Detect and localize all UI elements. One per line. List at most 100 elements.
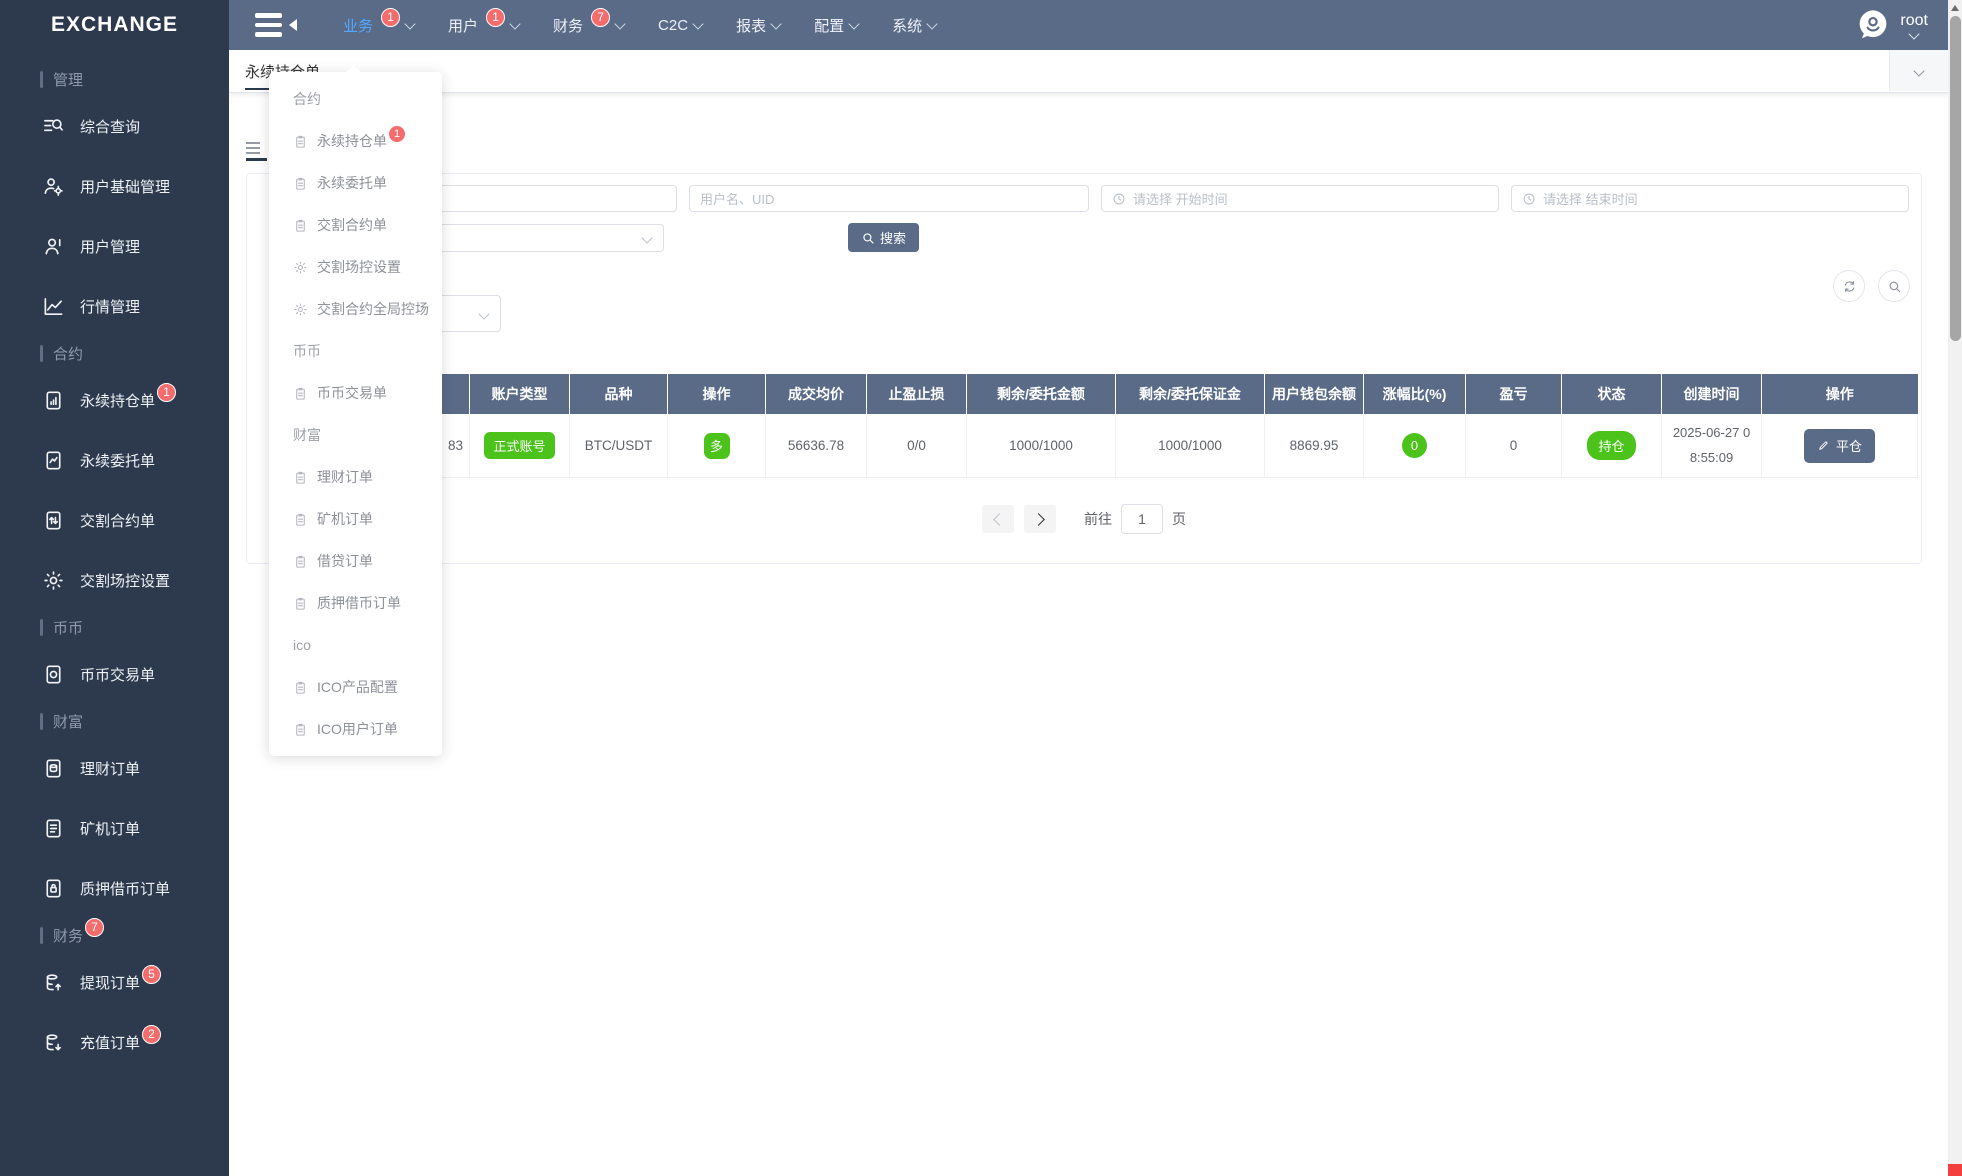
table-row: 83正式账号BTC/USDT多56636.780/01000/10001000/…: [280, 414, 1918, 478]
column-header: 操作: [1762, 374, 1918, 414]
sidebar-section-16: 财务7: [0, 918, 229, 952]
dropdown-item-5[interactable]: 交割合约全局控场: [269, 288, 442, 330]
sidebar-item-18[interactable]: 充值订单2: [0, 1012, 229, 1072]
dropdown-item-10[interactable]: 矿机订单: [269, 498, 442, 540]
sidebar-collapse-button[interactable]: [255, 13, 297, 37]
dropdown-item-9[interactable]: 理财订单: [269, 456, 442, 498]
change-pct-badge: 0: [1402, 433, 1427, 458]
admin-app: EXCHANGE 管理综合查询用户基础管理用户管理行情管理合约永续持仓单1永续委…: [0, 0, 1962, 1176]
scrollbar-bottom-marker: [1948, 1164, 1962, 1176]
page-suffix-label: 页: [1172, 509, 1186, 529]
clipboard-icon: [293, 176, 308, 191]
scrollbar-thumb[interactable]: [1950, 16, 1961, 341]
nav-item-0[interactable]: 业务 1: [343, 15, 414, 36]
prev-page-button[interactable]: [982, 505, 1014, 533]
sidebar-item-2[interactable]: 用户基础管理: [0, 156, 229, 216]
chevron-down-icon: [509, 18, 520, 29]
tabbar-overflow-button[interactable]: [1889, 50, 1948, 91]
clipboard-icon: [293, 554, 308, 569]
nav-badge: 1: [486, 8, 505, 27]
nav-item-label: 财务: [553, 15, 583, 36]
chevron-down-icon: [692, 18, 703, 29]
main-content: 订 用户名、UID 请选择 开始时间 请选择 结束时间: [229, 92, 1962, 1176]
dropdown-item-4[interactable]: 交割场控设置: [269, 246, 442, 288]
sidebar-item-1[interactable]: 综合查询: [0, 96, 229, 156]
tab-bar: 永续持仓单: [229, 50, 1962, 93]
sidebar-item-label: 理财订单: [80, 758, 140, 779]
sidebar-item-4[interactable]: 行情管理: [0, 276, 229, 336]
pen-icon: [1817, 439, 1830, 452]
scroll-up-arrow-icon[interactable]: [1948, 0, 1962, 15]
user-icon: [42, 235, 65, 258]
nav-item-1[interactable]: 用户 1: [448, 15, 519, 36]
sidebar-item-11[interactable]: 币币交易单: [0, 644, 229, 704]
nav-item-5[interactable]: 配置: [814, 15, 858, 36]
end-time-input[interactable]: 请选择 结束时间: [1511, 185, 1909, 212]
user-avatar-icon: [1856, 8, 1890, 42]
table-header-row: 账户类型品种操作成交均价止盈止损剩余/委托金额剩余/委托保证金用户钱包余额涨幅比…: [280, 374, 1918, 414]
nav-item-3[interactable]: C2C: [658, 15, 702, 36]
sidebar-item-3[interactable]: 用户管理: [0, 216, 229, 276]
dropdown-item-15[interactable]: ICO用户订单: [269, 708, 442, 750]
account-type-badge: 正式账号: [484, 432, 554, 459]
nav-item-6[interactable]: 系统: [892, 15, 936, 36]
start-time-input[interactable]: 请选择 开始时间: [1101, 185, 1499, 212]
nav-item-4[interactable]: 报表: [736, 15, 780, 36]
chart-line-icon: [42, 295, 65, 318]
dropdown-item-7[interactable]: 币币交易单: [269, 372, 442, 414]
column-search-button[interactable]: [1878, 270, 1910, 302]
nav-badge: 7: [591, 8, 610, 27]
dropdown-item-14[interactable]: ICO产品配置: [269, 666, 442, 708]
sidebar-item-7[interactable]: 永续委托单: [0, 430, 229, 490]
sidebar-item-14[interactable]: 矿机订单: [0, 798, 229, 858]
user-menu[interactable]: root: [1856, 0, 1928, 50]
table-cell: 平仓: [1762, 414, 1918, 478]
dropdown-item-1[interactable]: 永续持仓单1: [269, 120, 442, 162]
dropdown-item-11[interactable]: 借贷订单: [269, 540, 442, 582]
gear-icon: [293, 302, 308, 317]
doc-lock-icon: [42, 877, 65, 900]
dropdown-group-8: 财富: [269, 414, 442, 456]
dropdown-item-3[interactable]: 交割合约单: [269, 204, 442, 246]
chevron-down-icon: [641, 232, 652, 243]
clipboard-icon: [293, 512, 308, 527]
column-header: 用户钱包余额: [1265, 374, 1364, 414]
item-badge: 5: [142, 965, 161, 984]
item-badge: 2: [142, 1025, 161, 1044]
sidebar-item-label: 用户基础管理: [80, 176, 170, 197]
dropdown-item-label: ICO产品配置: [317, 677, 398, 697]
dropdown-item-label: 交割合约全局控场: [317, 299, 429, 319]
next-page-button[interactable]: [1024, 505, 1056, 533]
chevron-down-icon: [1909, 29, 1920, 40]
nav-item-label: 系统: [892, 15, 922, 36]
refresh-button[interactable]: [1833, 270, 1865, 302]
business-dropdown-menu: 合约永续持仓单1永续委托单交割合约单交割场控设置交割合约全局控场币币币币交易单财…: [269, 72, 442, 756]
sidebar-item-17[interactable]: 提现订单5: [0, 952, 229, 1012]
search-button[interactable]: 搜索: [848, 223, 919, 252]
sidebar-item-6[interactable]: 永续持仓单1: [0, 370, 229, 430]
nav-item-2[interactable]: 财务 7: [553, 15, 624, 36]
username-uid-input[interactable]: 用户名、UID: [689, 185, 1089, 212]
dropdown-item-12[interactable]: 质押借币订单: [269, 582, 442, 624]
sidebar-item-9[interactable]: 交割场控设置: [0, 550, 229, 610]
sidebar-item-13[interactable]: 理财订单: [0, 738, 229, 798]
close-position-button[interactable]: 平仓: [1804, 429, 1875, 463]
sidebar-item-15[interactable]: 质押借币订单: [0, 858, 229, 918]
page-number-input[interactable]: 1: [1121, 504, 1163, 534]
gear-icon: [293, 260, 308, 275]
dropdown-item-2[interactable]: 永续委托单: [269, 162, 442, 204]
user-settings-icon: [42, 175, 65, 198]
clipboard-icon: [293, 218, 308, 233]
sidebar-item-8[interactable]: 交割合约单: [0, 490, 229, 550]
username: root: [1900, 12, 1928, 30]
hamburger-icon: [255, 13, 282, 37]
dropdown-item-label: ICO用户订单: [317, 719, 398, 739]
sidebar-item-label: 提现订单: [80, 972, 140, 993]
scrollbar[interactable]: [1948, 0, 1962, 1176]
clipboard-icon: [293, 134, 308, 149]
sidebar-item-label: 综合查询: [80, 116, 140, 137]
chevron-down-icon: [926, 18, 937, 29]
dropdown-group-0: 合约: [269, 78, 442, 120]
nav-badge: 1: [381, 8, 400, 27]
chevron-down-icon: [770, 18, 781, 29]
